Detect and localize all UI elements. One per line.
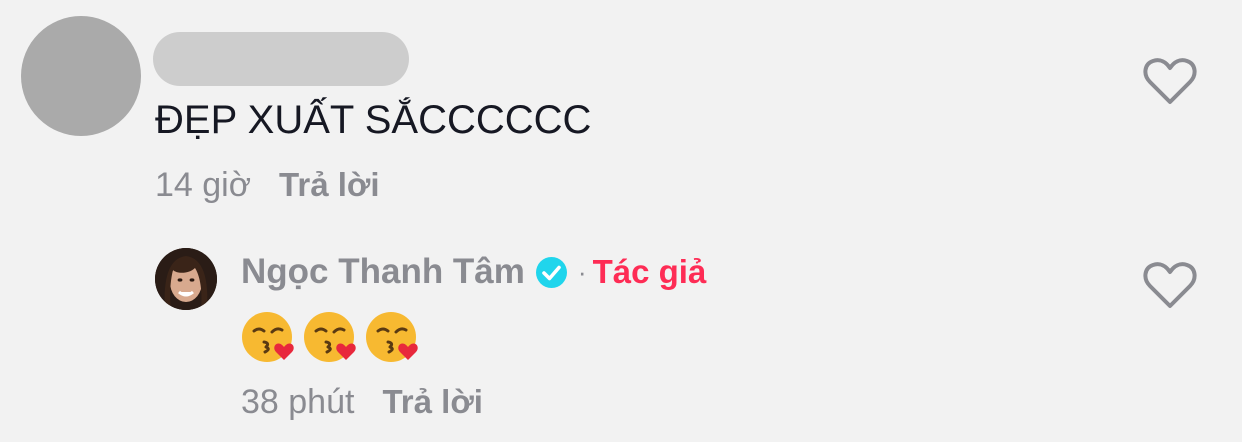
- comment-meta: 14 giờ Trả lời: [155, 166, 380, 205]
- heart-icon[interactable]: [1142, 56, 1198, 106]
- author-avatar[interactable]: [155, 248, 217, 310]
- kissing-face-with-heart-emoji: [366, 312, 418, 362]
- kissing-face-with-heart-emoji: [304, 312, 356, 362]
- reply-author-name[interactable]: Ngọc Thanh Tâm: [241, 252, 525, 292]
- commenter-avatar[interactable]: [21, 16, 141, 136]
- comment-reply-button[interactable]: Trả lời: [279, 166, 380, 204]
- reply-timestamp: 38 phút: [241, 383, 355, 421]
- reply-reply-button[interactable]: Trả lời: [382, 383, 483, 421]
- commenter-username-redacted[interactable]: [153, 32, 409, 86]
- reply-meta: 38 phút Trả lời: [241, 383, 483, 422]
- author-avatar-image: [155, 248, 217, 310]
- author-badge: Tác giả: [592, 253, 707, 290]
- kissing-face-with-heart-emoji: [242, 312, 294, 362]
- verified-check-icon: [535, 256, 567, 288]
- heart-icon[interactable]: [1142, 260, 1198, 310]
- reply-header: Ngọc Thanh Tâm · Tác giả: [241, 252, 706, 292]
- reply-text: [240, 310, 420, 366]
- comment-text: ĐẸP XUẤT SẮCCCCCC: [155, 98, 592, 142]
- separator-dot: ·: [577, 256, 587, 287]
- comment-timestamp: 14 giờ: [155, 166, 252, 204]
